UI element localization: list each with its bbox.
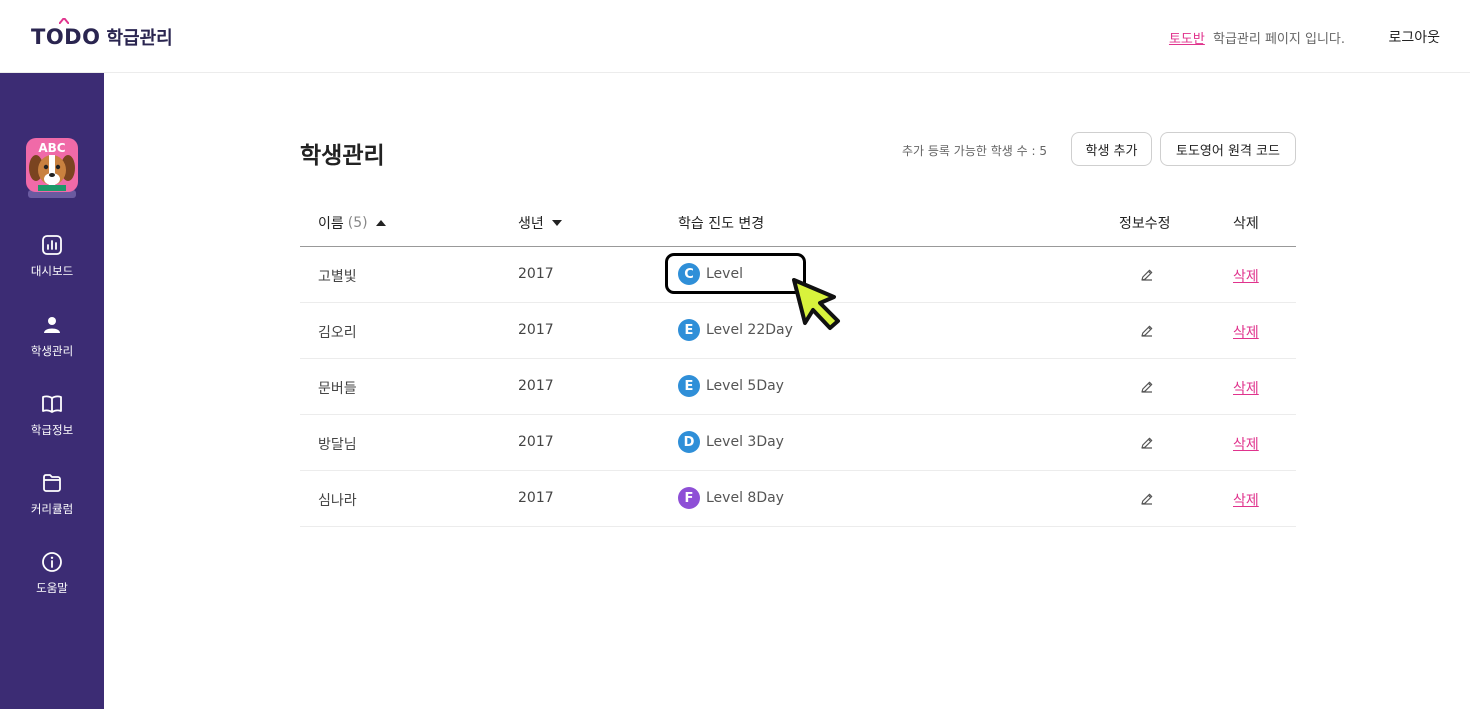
delete-link[interactable]: 삭제 (1233, 434, 1259, 454)
level-text: Level 3Day (706, 434, 784, 450)
sidebar-item-label: 학생관리 (30, 344, 74, 358)
sidebar-item-curriculum[interactable]: 커리큘럼 (0, 471, 104, 531)
delete-link[interactable]: 삭제 (1233, 378, 1259, 398)
top-header: TODO 학급관리 토도반 학급관리 페이지 입니다. 로그아웃 (0, 0, 1470, 73)
column-delete-label: 삭제 (1233, 216, 1259, 232)
person-icon (44, 317, 60, 333)
svg-text:ABC: ABC (38, 141, 65, 155)
header-info: 토도반 학급관리 페이지 입니다. (1169, 28, 1345, 47)
dashboard-chart-icon (42, 235, 62, 255)
student-birth: 2017 (518, 490, 554, 506)
table-row: 문버들 2017 E Level 5Day 삭제 (300, 359, 1296, 415)
column-name-label: 이름 (318, 216, 344, 232)
column-delete: 삭제 (1233, 213, 1259, 233)
page-title: 학생관리 (300, 143, 385, 169)
column-edit: 정보수정 (1119, 213, 1171, 233)
delete-link[interactable]: 삭제 (1233, 322, 1259, 342)
student-table: 이름 (5) 생년 학습 진도 변경 정보수정 삭제 고별빛 2017 C Le… (300, 196, 1296, 527)
progress-change-button[interactable]: F Level 8Day (678, 487, 784, 509)
table-row: 방달님 2017 D Level 3Day 삭제 (300, 415, 1296, 471)
logout-button[interactable]: 로그아웃 (1388, 27, 1440, 47)
remote-code-button[interactable]: 토도영어 원격 코드 (1160, 132, 1296, 166)
student-name: 고별빛 (318, 269, 357, 285)
sidebar-item-class-info[interactable]: 학급정보 (0, 392, 104, 452)
level-badge: E (678, 375, 700, 397)
sidebar-item-students[interactable]: 학생관리 (0, 313, 104, 373)
logo-todo: TODO (31, 18, 101, 49)
avatar-dog-icon[interactable]: ABC (26, 138, 78, 198)
column-progress-label: 학습 진도 변경 (678, 216, 765, 232)
student-birth: 2017 (518, 434, 554, 450)
delete-link[interactable]: 삭제 (1233, 266, 1259, 286)
logo-main-text: TODO (31, 25, 101, 49)
table-row: 심나라 2017 F Level 8Day 삭제 (300, 471, 1296, 527)
delete-link[interactable]: 삭제 (1233, 490, 1259, 510)
level-text: Level 22Day (706, 322, 793, 338)
level-text: Level 5Day (706, 378, 784, 394)
pencil-icon[interactable] (1139, 491, 1155, 507)
student-name: 심나라 (318, 493, 357, 509)
student-name: 김오리 (318, 325, 357, 341)
student-birth: 2017 (518, 378, 554, 394)
column-progress: 학습 진도 변경 (678, 213, 764, 233)
sidebar-item-help[interactable]: 도움말 (0, 550, 104, 610)
pencil-icon[interactable] (1139, 267, 1155, 283)
student-name: 방달님 (318, 437, 357, 453)
pencil-icon[interactable] (1139, 379, 1155, 395)
student-count: (5) (347, 215, 368, 231)
sidebar-item-label: 대시보드 (30, 264, 74, 278)
logo[interactable]: TODO 학급관리 (31, 18, 173, 50)
arrow-pointer-icon (792, 278, 840, 330)
level-text: Level 8Day (706, 490, 784, 506)
column-birth[interactable]: 생년 (518, 213, 562, 233)
column-edit-label: 정보수정 (1119, 216, 1171, 232)
table-header: 이름 (5) 생년 학습 진도 변경 정보수정 삭제 (300, 196, 1296, 247)
sidebar-item-dashboard[interactable]: 대시보드 (0, 233, 104, 293)
column-birth-label: 생년 (518, 216, 544, 232)
student-birth: 2017 (518, 266, 554, 282)
add-student-button[interactable]: 학생 추가 (1071, 132, 1152, 166)
tutorial-highlight-box (665, 253, 806, 294)
sort-down-icon[interactable] (551, 220, 562, 226)
progress-change-button[interactable]: D Level 3Day (678, 431, 784, 453)
pencil-icon[interactable] (1139, 323, 1155, 339)
sidebar-item-label: 도움말 (36, 581, 68, 595)
logo-hat-icon (59, 18, 69, 24)
sort-up-icon[interactable] (375, 220, 386, 226)
sidebar-item-label: 학급정보 (30, 423, 74, 437)
capacity-label: 추가 등록 가능한 학생 수 : 5 (902, 144, 1047, 158)
level-badge: F (678, 487, 700, 509)
pencil-icon[interactable] (1139, 435, 1155, 451)
logo-sub-text: 학급관리 (106, 28, 173, 49)
column-name[interactable]: 이름 (5) (318, 213, 386, 233)
level-badge: E (678, 319, 700, 341)
book-icon (42, 395, 62, 413)
info-icon (42, 552, 62, 572)
level-badge: D (678, 431, 700, 453)
sidebar: ABC 대시보드 학생관리 학급정보 커리큘럼 도움말 (0, 73, 104, 709)
student-birth: 2017 (518, 322, 554, 338)
folder-icon (43, 474, 61, 492)
progress-change-button[interactable]: E Level 22Day (678, 319, 793, 341)
header-info-text: 학급관리 페이지 입니다. (1213, 32, 1345, 47)
class-name-link[interactable]: 토도반 (1169, 32, 1205, 47)
student-name: 문버들 (318, 381, 357, 397)
sidebar-item-label: 커리큘럼 (30, 502, 74, 516)
progress-change-button[interactable]: E Level 5Day (678, 375, 784, 397)
